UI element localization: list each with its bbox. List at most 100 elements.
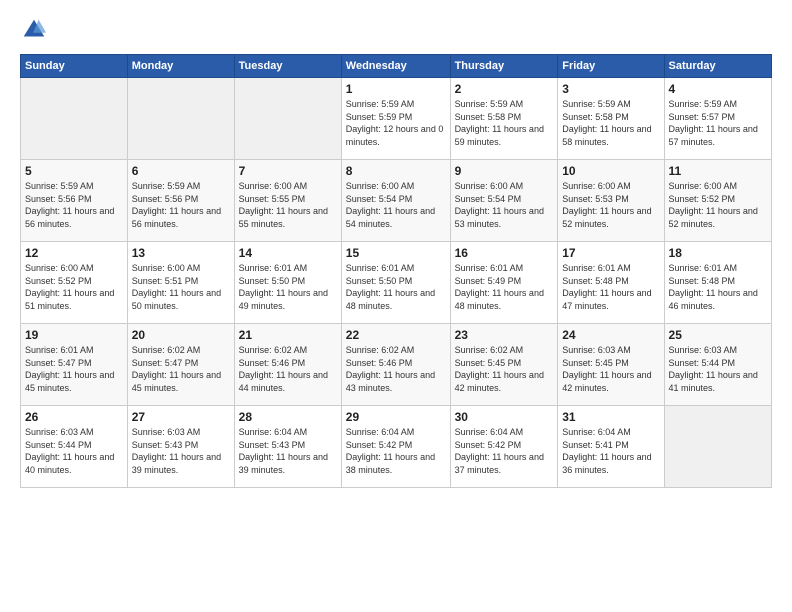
- day-info: Sunrise: 6:00 AMSunset: 5:51 PMDaylight:…: [132, 262, 230, 312]
- day-number: 30: [455, 410, 554, 424]
- calendar-day-cell: 30 Sunrise: 6:04 AMSunset: 5:42 PMDayligh…: [450, 406, 558, 488]
- day-number: 6: [132, 164, 230, 178]
- day-number: 14: [239, 246, 337, 260]
- day-info: Sunrise: 6:02 AMSunset: 5:45 PMDaylight:…: [455, 344, 554, 394]
- calendar-day-cell: 15Sunrise: 6:01 AMSunset: 5:50 PMDayligh…: [341, 242, 450, 324]
- calendar-day-cell: 4 Sunrise: 5:59 AMSunset: 5:57 PMDaylight…: [664, 78, 771, 160]
- calendar-day-cell: 14 Sunrise: 6:01 AMSunset: 5:50 PMDayligh…: [234, 242, 341, 324]
- day-number: 16: [455, 246, 554, 260]
- day-info: Sunrise: 6:03 AMSunset: 5:44 PMDaylight:…: [669, 344, 767, 394]
- calendar-day-cell: 26 Sunrise: 6:03 AMSunset: 5:44 PMDayligh…: [21, 406, 128, 488]
- day-number: 8: [346, 164, 446, 178]
- calendar-day-cell: 19 Sunrise: 6:01 AMSunset: 5:47 PMDayligh…: [21, 324, 128, 406]
- day-number: 12: [25, 246, 123, 260]
- day-info: Sunrise: 6:00 AMSunset: 5:52 PMDaylight:…: [25, 262, 123, 312]
- day-number: 9: [455, 164, 554, 178]
- day-number: 19: [25, 328, 123, 342]
- day-number: 21: [239, 328, 337, 342]
- day-number: 10: [562, 164, 659, 178]
- calendar-week-row: 19 Sunrise: 6:01 AMSunset: 5:47 PMDayligh…: [21, 324, 772, 406]
- day-number: 15: [346, 246, 446, 260]
- calendar-day-cell: 23 Sunrise: 6:02 AMSunset: 5:45 PMDayligh…: [450, 324, 558, 406]
- calendar-day-cell: 29 Sunrise: 6:04 AMSunset: 5:42 PMDayligh…: [341, 406, 450, 488]
- day-info: Sunrise: 6:03 AMSunset: 5:45 PMDaylight:…: [562, 344, 659, 394]
- weekday-header: Tuesday: [234, 55, 341, 78]
- calendar-day-cell: 1Sunrise: 5:59 AMSunset: 5:59 PMDaylight…: [341, 78, 450, 160]
- weekday-header: Thursday: [450, 55, 558, 78]
- calendar-day-cell: 12 Sunrise: 6:00 AMSunset: 5:52 PMDayligh…: [21, 242, 128, 324]
- day-info: Sunrise: 6:00 AMSunset: 5:53 PMDaylight:…: [562, 180, 659, 230]
- calendar-day-cell: 2 Sunrise: 5:59 AMSunset: 5:58 PMDaylight…: [450, 78, 558, 160]
- calendar-week-row: 26 Sunrise: 6:03 AMSunset: 5:44 PMDayligh…: [21, 406, 772, 488]
- calendar-day-cell: 7 Sunrise: 6:00 AMSunset: 5:55 PMDaylight…: [234, 160, 341, 242]
- day-info: Sunrise: 6:02 AMSunset: 5:46 PMDaylight:…: [239, 344, 337, 394]
- day-number: 2: [455, 82, 554, 96]
- day-number: 3: [562, 82, 659, 96]
- day-info: Sunrise: 6:01 AMSunset: 5:48 PMDaylight:…: [562, 262, 659, 312]
- weekday-header: Friday: [558, 55, 664, 78]
- calendar-day-cell: 13 Sunrise: 6:00 AMSunset: 5:51 PMDayligh…: [127, 242, 234, 324]
- day-number: 5: [25, 164, 123, 178]
- calendar-day-cell: 9 Sunrise: 6:00 AMSunset: 5:54 PMDaylight…: [450, 160, 558, 242]
- day-number: 1: [346, 82, 446, 96]
- day-number: 18: [669, 246, 767, 260]
- day-info: Sunrise: 6:00 AMSunset: 5:52 PMDaylight:…: [669, 180, 767, 230]
- calendar-day-cell: 25 Sunrise: 6:03 AMSunset: 5:44 PMDayligh…: [664, 324, 771, 406]
- day-info: Sunrise: 6:01 AMSunset: 5:48 PMDaylight:…: [669, 262, 767, 312]
- day-info: Sunrise: 5:59 AMSunset: 5:56 PMDaylight:…: [25, 180, 123, 230]
- day-info: Sunrise: 6:02 AMSunset: 5:47 PMDaylight:…: [132, 344, 230, 394]
- day-info: Sunrise: 5:59 AMSunset: 5:56 PMDaylight:…: [132, 180, 230, 230]
- day-number: 27: [132, 410, 230, 424]
- weekday-header: Saturday: [664, 55, 771, 78]
- day-info: Sunrise: 6:01 AMSunset: 5:49 PMDaylight:…: [455, 262, 554, 312]
- day-number: 13: [132, 246, 230, 260]
- calendar-day-cell: 31Sunrise: 6:04 AMSunset: 5:41 PMDayligh…: [558, 406, 664, 488]
- day-number: 22: [346, 328, 446, 342]
- day-info: Sunrise: 6:03 AMSunset: 5:44 PMDaylight:…: [25, 426, 123, 476]
- day-info: Sunrise: 6:00 AMSunset: 5:55 PMDaylight:…: [239, 180, 337, 230]
- day-info: Sunrise: 5:59 AMSunset: 5:58 PMDaylight:…: [455, 98, 554, 148]
- logo: [20, 16, 52, 44]
- calendar-day-cell: 22Sunrise: 6:02 AMSunset: 5:46 PMDayligh…: [341, 324, 450, 406]
- day-number: 24: [562, 328, 659, 342]
- day-info: Sunrise: 6:00 AMSunset: 5:54 PMDaylight:…: [346, 180, 446, 230]
- day-number: 26: [25, 410, 123, 424]
- calendar-day-cell: 5 Sunrise: 5:59 AMSunset: 5:56 PMDaylight…: [21, 160, 128, 242]
- day-number: 31: [562, 410, 659, 424]
- day-number: 20: [132, 328, 230, 342]
- calendar: SundayMondayTuesdayWednesdayThursdayFrid…: [20, 54, 772, 488]
- day-info: Sunrise: 6:04 AMSunset: 5:42 PMDaylight:…: [346, 426, 446, 476]
- day-info: Sunrise: 6:04 AMSunset: 5:43 PMDaylight:…: [239, 426, 337, 476]
- calendar-day-cell: 27Sunrise: 6:03 AMSunset: 5:43 PMDayligh…: [127, 406, 234, 488]
- calendar-week-row: 12 Sunrise: 6:00 AMSunset: 5:52 PMDayligh…: [21, 242, 772, 324]
- day-info: Sunrise: 6:01 AMSunset: 5:50 PMDaylight:…: [239, 262, 337, 312]
- day-info: Sunrise: 6:00 AMSunset: 5:54 PMDaylight:…: [455, 180, 554, 230]
- calendar-day-cell: 10 Sunrise: 6:00 AMSunset: 5:53 PMDayligh…: [558, 160, 664, 242]
- calendar-day-cell: 28 Sunrise: 6:04 AMSunset: 5:43 PMDayligh…: [234, 406, 341, 488]
- calendar-week-row: 5 Sunrise: 5:59 AMSunset: 5:56 PMDaylight…: [21, 160, 772, 242]
- day-number: 7: [239, 164, 337, 178]
- calendar-day-cell: 18 Sunrise: 6:01 AMSunset: 5:48 PMDayligh…: [664, 242, 771, 324]
- calendar-day-cell: 21 Sunrise: 6:02 AMSunset: 5:46 PMDayligh…: [234, 324, 341, 406]
- calendar-day-cell: 16 Sunrise: 6:01 AMSunset: 5:49 PMDayligh…: [450, 242, 558, 324]
- calendar-day-cell: 6 Sunrise: 5:59 AMSunset: 5:56 PMDaylight…: [127, 160, 234, 242]
- weekday-header: Wednesday: [341, 55, 450, 78]
- day-number: 28: [239, 410, 337, 424]
- day-number: 23: [455, 328, 554, 342]
- day-info: Sunrise: 6:04 AMSunset: 5:42 PMDaylight:…: [455, 426, 554, 476]
- calendar-day-cell: [127, 78, 234, 160]
- calendar-day-cell: 24 Sunrise: 6:03 AMSunset: 5:45 PMDayligh…: [558, 324, 664, 406]
- day-number: 25: [669, 328, 767, 342]
- calendar-week-row: 1Sunrise: 5:59 AMSunset: 5:59 PMDaylight…: [21, 78, 772, 160]
- day-number: 4: [669, 82, 767, 96]
- day-info: Sunrise: 5:59 AMSunset: 5:58 PMDaylight:…: [562, 98, 659, 148]
- day-number: 29: [346, 410, 446, 424]
- calendar-day-cell: 3 Sunrise: 5:59 AMSunset: 5:58 PMDaylight…: [558, 78, 664, 160]
- calendar-day-cell: [234, 78, 341, 160]
- calendar-day-cell: 17Sunrise: 6:01 AMSunset: 5:48 PMDayligh…: [558, 242, 664, 324]
- day-info: Sunrise: 5:59 AMSunset: 5:57 PMDaylight:…: [669, 98, 767, 148]
- day-number: 11: [669, 164, 767, 178]
- header: [20, 16, 772, 44]
- logo-icon: [20, 16, 48, 44]
- day-info: Sunrise: 6:01 AMSunset: 5:47 PMDaylight:…: [25, 344, 123, 394]
